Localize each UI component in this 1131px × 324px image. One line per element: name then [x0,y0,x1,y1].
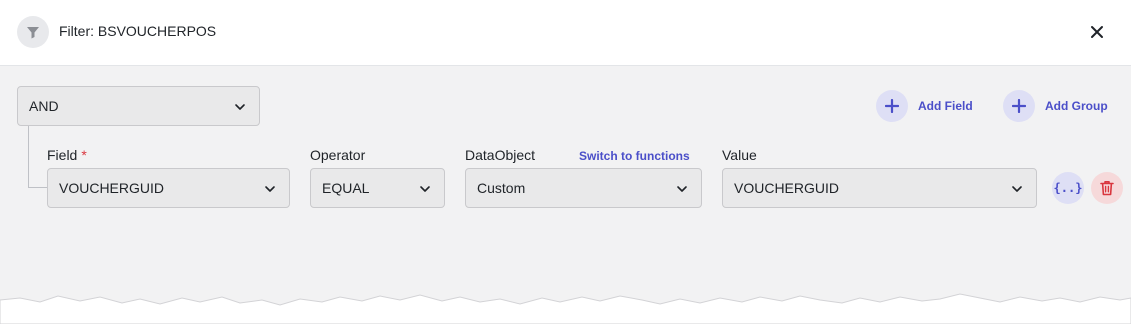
dialog-title: Filter: BSVOUCHERPOS [59,23,217,39]
chevron-down-icon [235,104,245,110]
delete-row-button[interactable] [1091,172,1123,204]
chevron-down-icon [420,186,430,192]
field-label-text: Field [47,147,78,163]
value-select-value: VOUCHERGUID [734,180,840,196]
trash-icon [1100,181,1114,196]
value-select[interactable]: VOUCHERGUID [722,168,1037,208]
switch-to-functions-link[interactable]: Switch to functions [579,149,690,163]
required-marker: * [81,147,87,163]
torn-edge-decoration [0,293,1131,324]
add-field-label: Add Field [918,99,973,113]
tree-connector-horizontal [28,187,47,188]
operator-label: Operator [310,147,366,163]
logic-operator-value: AND [29,98,59,114]
chevron-down-icon [265,186,275,192]
dataobject-select-value: Custom [477,180,526,196]
dataobject-label: DataObject [465,147,536,163]
operator-select-value: EQUAL [322,180,370,196]
plus-icon [876,90,908,122]
tree-connector-vertical [28,126,29,188]
add-group-button[interactable]: Add Group [1003,90,1108,122]
field-label: Field * [47,147,87,163]
dataobject-select[interactable]: Custom [465,168,702,208]
operator-select[interactable]: EQUAL [310,168,445,208]
field-select-value: VOUCHERGUID [59,180,165,196]
filter-icon [17,16,49,48]
add-field-button[interactable]: Add Field [876,90,973,122]
add-group-label: Add Group [1045,99,1108,113]
plus-icon [1003,90,1035,122]
logic-operator-select[interactable]: AND [17,86,260,126]
chevron-down-icon [677,186,687,192]
braces-icon: {..} [1053,181,1083,195]
close-icon[interactable] [1084,19,1110,45]
value-label: Value [722,147,757,163]
expression-button[interactable]: {..} [1052,172,1084,204]
dialog-header: Filter: BSVOUCHERPOS [0,0,1131,66]
chevron-down-icon [1012,186,1022,192]
field-select[interactable]: VOUCHERGUID [47,168,290,208]
